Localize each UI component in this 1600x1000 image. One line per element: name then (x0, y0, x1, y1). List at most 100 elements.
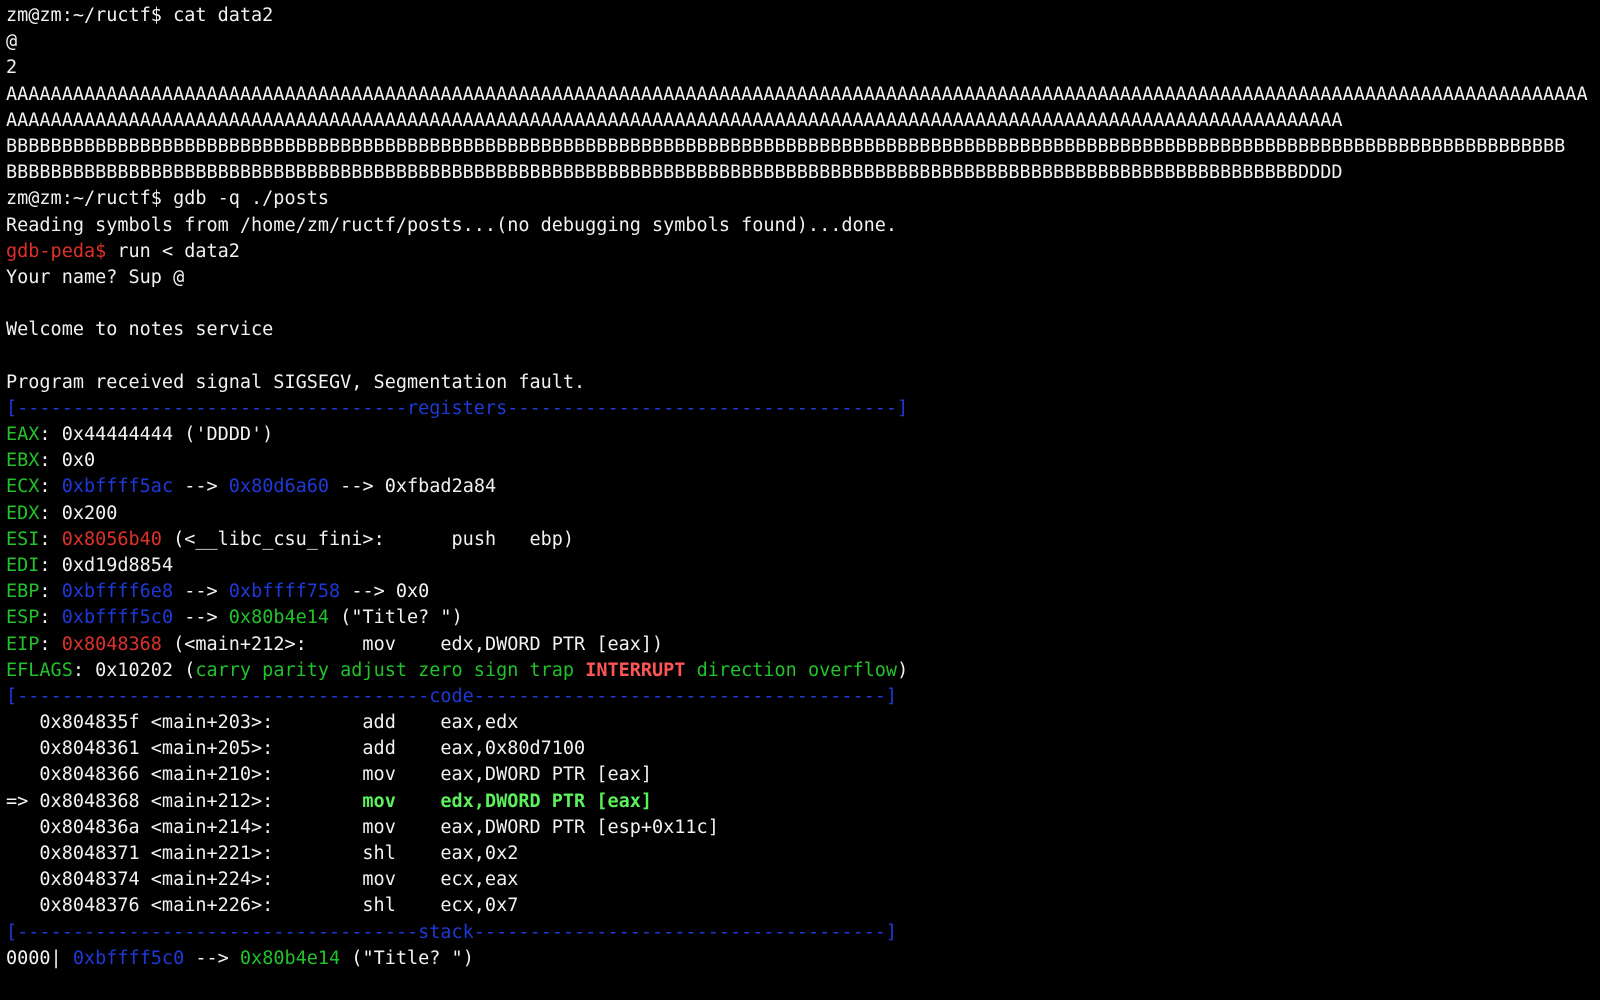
terminal-text: direction overflow (685, 659, 898, 681)
terminal-text: Welcome to notes service (6, 319, 274, 341)
terminal-text: [-------------------------------------co… (6, 685, 898, 707)
terminal-text: : 0x0 (39, 450, 96, 472)
terminal-text: : 0x10202 ( (72, 659, 196, 681)
terminal-text: INTERRUPT (585, 659, 686, 681)
terminal-text: @ (6, 31, 18, 53)
terminal-text: : 0x200 (39, 502, 118, 524)
terminal-text: zm@zm:~/ructf$ cat data2 (6, 5, 274, 26)
terminal-line: 0x804836a <main+214>: mov eax,DWORD PTR … (6, 815, 1596, 841)
terminal-text: (<main+212>: mov edx,DWORD PTR [eax]) (161, 633, 664, 655)
terminal-line: EDX: 0x200 (6, 501, 1596, 527)
terminal-text: carry parity adjust zero sign trap (195, 659, 586, 681)
terminal-text: 0x8048368 (61, 633, 162, 655)
terminal-line: ESI: 0x8056b40 (<__libc_csu_fini>: push … (6, 527, 1596, 553)
terminal-text: BBBBBBBBBBBBBBBBBBBBBBBBBBBBBBBBBBBBBBBB… (6, 162, 1343, 184)
terminal-text: : 0x44444444 ('DDDD') (39, 424, 274, 445)
terminal-text: 0x80b4e14 (239, 947, 341, 969)
terminal-line: [-------------------------------------co… (6, 684, 1596, 710)
terminal-text: 0xbffff5c0 (72, 947, 185, 969)
terminal-text: EFLAGS (6, 659, 73, 681)
terminal-line: 0x8048361 <main+205>: add eax,0x80d7100 (6, 736, 1596, 762)
terminal-line: 2 (6, 55, 1596, 81)
terminal-text: ) (897, 659, 909, 681)
terminal-text: 0x8048361 <main+205>: add eax,0x80d7100 (6, 738, 586, 760)
terminal-text: 0000| (6, 947, 73, 969)
terminal-text: 0x8048374 <main+224>: mov ecx,eax (6, 869, 519, 891)
terminal-text: : (39, 476, 62, 498)
terminal-line: ESP: 0xbffff5c0 --> 0x80b4e14 ("Title? "… (6, 605, 1596, 631)
terminal-text: AAAAAAAAAAAAAAAAAAAAAAAAAAAAAAAAAAAAAAAA… (6, 109, 1343, 131)
terminal-line: 0x8048371 <main+221>: shl eax,0x2 (6, 841, 1596, 867)
terminal-line: Your name? Sup @ (6, 265, 1596, 291)
terminal-line: EFLAGS: 0x10202 (carry parity adjust zer… (6, 658, 1596, 684)
terminal-line: BBBBBBBBBBBBBBBBBBBBBBBBBBBBBBBBBBBBBBBB… (6, 160, 1596, 186)
terminal-line: AAAAAAAAAAAAAAAAAAAAAAAAAAAAAAAAAAAAAAAA… (6, 82, 1596, 108)
terminal-text: : (39, 581, 62, 603)
terminal-text: ("Title? ") (329, 607, 463, 629)
terminal-text: 0xbffff5ac (61, 476, 174, 498)
terminal-text: 0x8048376 <main+226>: shl ecx,0x7 (6, 895, 519, 917)
terminal-text: AAAAAAAAAAAAAAAAAAAAAAAAAAAAAAAAAAAAAAAA… (6, 83, 1588, 105)
terminal-text: gdb-peda$ (6, 240, 107, 262)
terminal-text: 0x8048366 <main+210>: mov eax,DWORD PTR … (6, 764, 653, 786)
terminal-text: --> (184, 947, 240, 969)
terminal-text: --> (173, 581, 229, 603)
terminal-text: => 0x8048368 <main+212>: (6, 790, 363, 812)
terminal-line: [------------------------------------sta… (6, 920, 1596, 946)
terminal-text: --> 0x0 (340, 581, 430, 603)
terminal-line: AAAAAAAAAAAAAAAAAAAAAAAAAAAAAAAAAAAAAAAA… (6, 108, 1596, 134)
terminal-text: --> (173, 476, 229, 498)
terminal-text: EIP (6, 633, 40, 655)
terminal-text: BBBBBBBBBBBBBBBBBBBBBBBBBBBBBBBBBBBBBBBB… (6, 135, 1566, 157)
terminal-text: ECX (6, 476, 40, 498)
terminal-text: EBX (6, 450, 40, 472)
terminal-line: @ (6, 29, 1596, 55)
terminal-line: 0x8048374 <main+224>: mov ecx,eax (6, 867, 1596, 893)
terminal-text: 2 (6, 57, 18, 79)
terminal-text: 0xbffff758 (228, 581, 341, 603)
terminal-line: gdb-peda$ run < data2 (6, 239, 1596, 265)
terminal-text: mov edx,DWORD PTR [eax] (362, 790, 653, 812)
terminal-line: EAX: 0x44444444 ('DDDD') (6, 422, 1596, 448)
terminal-line: 0x8048376 <main+226>: shl ecx,0x7 (6, 893, 1596, 919)
terminal-text: ESP (6, 607, 40, 629)
terminal-text: 0x804835f <main+203>: add eax,edx (6, 712, 519, 734)
terminal-text: ESI (6, 528, 40, 550)
terminal-text: : (39, 633, 62, 655)
terminal-text: EAX (6, 424, 40, 445)
terminal-text: 0x804836a <main+214>: mov eax,DWORD PTR … (6, 816, 719, 838)
terminal-line: Welcome to notes service (6, 317, 1596, 343)
terminal-text: : 0xd19d8854 (39, 554, 174, 576)
terminal-text: EBP (6, 581, 40, 603)
terminal-line: EBX: 0x0 (6, 448, 1596, 474)
terminal-line: EDI: 0xd19d8854 (6, 553, 1596, 579)
terminal-line: 0x8048366 <main+210>: mov eax,DWORD PTR … (6, 762, 1596, 788)
terminal-line: 0000| 0xbffff5c0 --> 0x80b4e14 ("Title? … (6, 946, 1596, 972)
terminal-line: Program received signal SIGSEGV, Segment… (6, 370, 1596, 396)
terminal-text: [------------------------------------sta… (6, 921, 898, 943)
terminal-text: : (39, 528, 62, 550)
terminal-text: --> (173, 607, 229, 629)
terminal-text: 0xbffff5c0 (61, 607, 174, 629)
terminal-text: Program received signal SIGSEGV, Segment… (6, 371, 586, 393)
terminal-line: EBP: 0xbffff6e8 --> 0xbffff758 --> 0x0 (6, 579, 1596, 605)
terminal-line: BBBBBBBBBBBBBBBBBBBBBBBBBBBBBBBBBBBBBBBB… (6, 134, 1596, 160)
terminal-line: ECX: 0xbffff5ac --> 0x80d6a60 --> 0xfbad… (6, 474, 1596, 500)
terminal-text: 0xbffff6e8 (61, 581, 174, 603)
terminal-window[interactable]: zm@zm:~/ructf$ cat data2 @2 AAAAAAAAAAAAAA… (6, 3, 1596, 997)
terminal-text: : (39, 607, 62, 629)
terminal-line: zm@zm:~/ructf$ gdb -q ./posts (6, 186, 1596, 212)
terminal-text: [-----------------------------------regi… (6, 397, 909, 419)
terminal-line: Reading symbols from /home/zm/ructf/post… (6, 213, 1596, 239)
terminal-text: 0x80d6a60 (228, 476, 330, 498)
terminal-line: => 0x8048368 <main+212>: mov edx,DWORD P… (6, 789, 1596, 815)
terminal-line: zm@zm:~/ructf$ cat data2 (6, 3, 1596, 29)
terminal-text: zm@zm:~/ructf$ gdb -q ./posts (6, 188, 330, 210)
terminal-line: [-----------------------------------regi… (6, 396, 1596, 422)
terminal-text: EDI (6, 554, 40, 576)
terminal-text: 0x8056b40 (61, 528, 162, 550)
terminal-text: EDX (6, 502, 40, 524)
terminal-text: ("Title? ") (340, 947, 474, 969)
